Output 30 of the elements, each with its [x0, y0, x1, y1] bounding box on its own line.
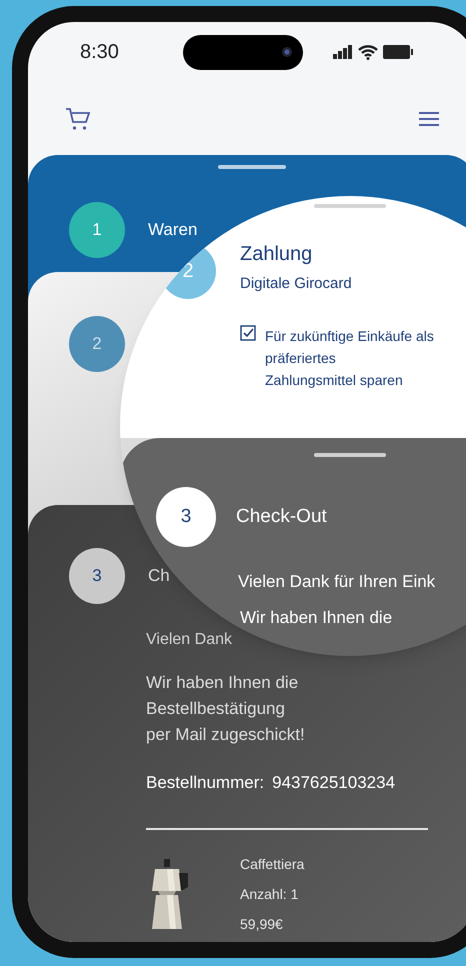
step-number: 3 — [156, 487, 216, 547]
payment-title: Zahlung — [240, 242, 314, 267]
save-payment-label: Für zukünftige Einkäufe als präferiertes Zahlungsmittel sparen — [265, 327, 434, 390]
drag-handle[interactable] — [218, 165, 286, 169]
battery-icon — [383, 45, 413, 59]
drag-handle[interactable] — [314, 204, 386, 208]
confirmation-text: Wir haben Ihnen die — [240, 606, 394, 628]
checkout-title: Check-Out — [236, 504, 327, 529]
order-number: 9437625103234 — [272, 772, 396, 794]
step-number: 1 — [69, 202, 125, 258]
product-quantity: Anzahl: 1 — [240, 884, 300, 904]
camera-icon — [281, 46, 293, 58]
menu-icon[interactable] — [418, 110, 440, 126]
step-title: Waren — [148, 219, 198, 242]
step-number: 2 — [69, 316, 125, 372]
wifi-icon — [358, 44, 378, 60]
cart-icon[interactable] — [65, 106, 91, 130]
product-name: Caffettiera — [240, 854, 304, 874]
payment-method: Digitale Girocard — [240, 274, 352, 294]
thanks-text: Vielen Dank für Ihren Eink — [238, 571, 436, 593]
signal-icon — [333, 45, 353, 59]
product-price: 59,99€ — [240, 914, 284, 934]
confirmation-text: Wir haben Ihnen die Bestellbestätigung per Mail zugeschickt! — [146, 672, 306, 746]
checkbox[interactable] — [240, 325, 256, 341]
step-number: 3 — [69, 548, 125, 604]
status-time: 8:30 — [80, 40, 120, 65]
step-title: Ch — [148, 565, 170, 588]
drag-handle[interactable] — [314, 453, 386, 457]
thanks-text: Vielen Dank — [146, 630, 233, 650]
order-number-label: Bestellnummer: — [146, 772, 264, 794]
